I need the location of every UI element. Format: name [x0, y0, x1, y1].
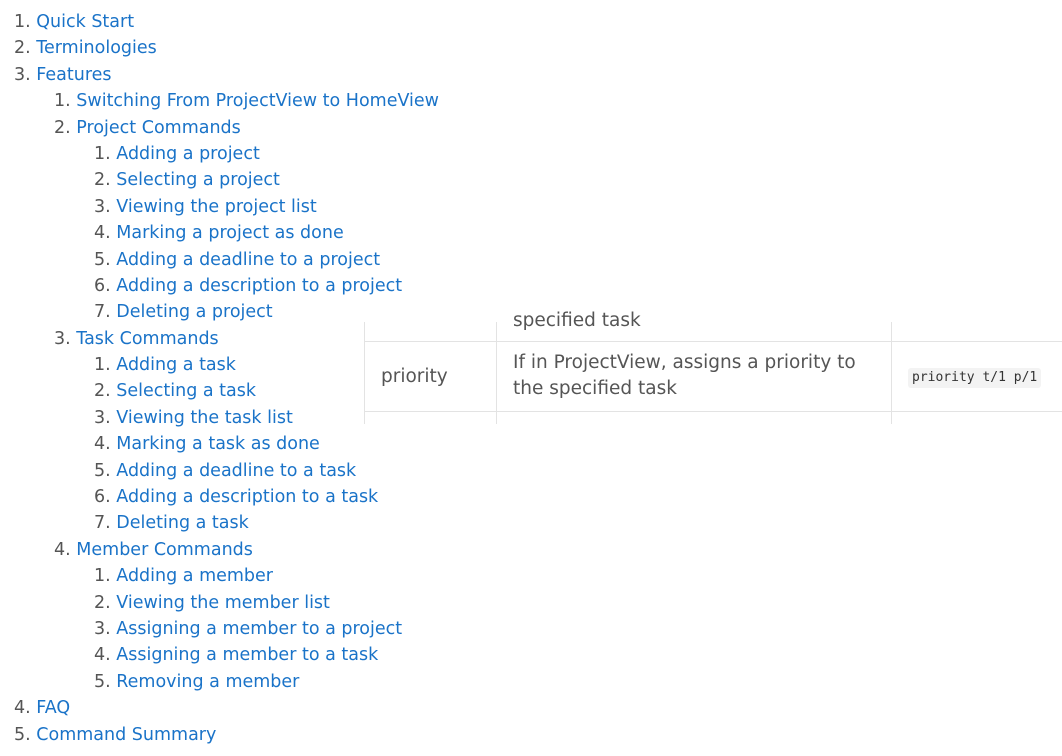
- toc-item: 2. Selecting a task: [0, 378, 439, 404]
- toc-link[interactable]: Viewing the project list: [116, 197, 316, 217]
- toc-item-number: 3.: [54, 328, 71, 349]
- toc-item-number: 1.: [94, 355, 111, 376]
- toc-item-number: 3.: [94, 618, 111, 639]
- toc-link[interactable]: Adding a task: [116, 355, 236, 375]
- toc-item-number: 4.: [54, 539, 71, 560]
- table-of-contents: 1. Quick Start 2. Terminologies 3. Feature…: [0, 9, 439, 748]
- toc-link[interactable]: Member Commands: [76, 540, 253, 560]
- table-row-divider: [364, 411, 1062, 412]
- toc-item-number: 1.: [14, 12, 31, 32]
- toc-item-number: 3.: [94, 196, 111, 217]
- toc-item: 4. Member Commands: [0, 537, 439, 563]
- toc-item-number: 5.: [14, 724, 31, 745]
- toc-link[interactable]: Switching From ProjectView to HomeView: [76, 91, 439, 111]
- toc-link[interactable]: Selecting a task: [116, 381, 256, 401]
- toc-item: 3. Assigning a member to a project: [0, 616, 439, 642]
- table-column-divider: [496, 322, 497, 424]
- toc-item-number: 2.: [94, 170, 111, 191]
- toc-item-number: 6.: [94, 487, 111, 508]
- toc-item: 5. Adding a deadline to a project: [0, 247, 439, 273]
- toc-item: 7. Deleting a task: [0, 510, 439, 536]
- toc-item-number: 1.: [54, 91, 71, 112]
- toc-item: 1. Adding a task: [0, 352, 439, 378]
- toc-item-number: 7.: [94, 302, 111, 323]
- toc-link[interactable]: Viewing the member list: [116, 593, 330, 613]
- toc-link[interactable]: Deleting a project: [116, 302, 272, 322]
- toc-item: 1. Switching From ProjectView to HomeVie…: [0, 88, 439, 114]
- toc-item-number: 5.: [94, 460, 111, 481]
- toc-link[interactable]: Removing a member: [116, 672, 299, 692]
- toc-link[interactable]: Adding a deadline to a task: [116, 461, 356, 481]
- toc-item-number: 5.: [94, 249, 111, 270]
- toc-link[interactable]: Task Commands: [76, 329, 218, 349]
- toc-item-number: 4.: [14, 698, 31, 719]
- table-row-divider: [364, 341, 1062, 342]
- toc-item: 2. Selecting a project: [0, 167, 439, 193]
- toc-item: 6. Adding a description to a task: [0, 484, 439, 510]
- toc-item: 4. Marking a project as done: [0, 220, 439, 246]
- toc-item: 3. Task Commands: [0, 326, 439, 352]
- toc-link[interactable]: Adding a description to a task: [116, 487, 378, 507]
- toc-item-number: 2.: [94, 381, 111, 402]
- toc-item-number: 4.: [94, 223, 111, 244]
- toc-item: 5. Command Summary: [0, 722, 439, 748]
- toc-link[interactable]: Adding a member: [116, 566, 273, 586]
- toc-item-number: 6.: [94, 275, 111, 296]
- toc-item-number: 1.: [94, 566, 111, 587]
- toc-link[interactable]: Viewing the task list: [116, 408, 293, 428]
- table-cut-off-text: specified task: [513, 310, 641, 331]
- toc-item: 6. Adding a description to a project: [0, 273, 439, 299]
- documentation-page: specified task priority If in ProjectVie…: [0, 0, 1062, 756]
- toc-link[interactable]: Adding a description to a project: [116, 276, 402, 296]
- toc-item: 1. Adding a project: [0, 141, 439, 167]
- toc-item-number: 2.: [54, 117, 71, 138]
- toc-item: 7. Deleting a project: [0, 299, 439, 325]
- toc-item: 3. Viewing the project list: [0, 194, 439, 220]
- toc-link[interactable]: Assigning a member to a task: [116, 645, 378, 665]
- toc-item: 4. FAQ: [0, 695, 439, 721]
- toc-item: 5. Removing a member: [0, 669, 439, 695]
- toc-link[interactable]: Adding a deadline to a project: [116, 250, 380, 270]
- toc-link[interactable]: Assigning a member to a project: [116, 619, 402, 639]
- toc-item-number: 5.: [94, 671, 111, 692]
- toc-link[interactable]: Marking a task as done: [116, 434, 320, 454]
- toc-item-number: 3.: [94, 407, 111, 428]
- toc-item-number: 1.: [94, 143, 111, 164]
- table-cell-description: If in ProjectView, assigns a priority to…: [513, 352, 856, 399]
- toc-item: 2. Viewing the member list: [0, 590, 439, 616]
- toc-link[interactable]: Selecting a project: [116, 170, 280, 190]
- toc-item-number: 3.: [14, 64, 31, 85]
- toc-item-number: 4.: [94, 434, 111, 455]
- toc-item: 1. Adding a member: [0, 563, 439, 589]
- toc-item: 2. Project Commands: [0, 115, 439, 141]
- toc-link[interactable]: Features: [36, 65, 111, 85]
- toc-item: 1. Quick Start: [0, 9, 439, 35]
- command-summary-table-fragment: specified task priority If in ProjectVie…: [364, 300, 1062, 424]
- table-cell-format-code: priority t/1 p/1: [908, 368, 1042, 388]
- toc-link[interactable]: Terminologies: [36, 38, 157, 58]
- toc-item: 5. Adding a deadline to a task: [0, 458, 439, 484]
- toc-item-number: 2.: [14, 38, 31, 59]
- toc-item: 2. Terminologies: [0, 35, 439, 61]
- toc-item: 4. Marking a task as done: [0, 431, 439, 457]
- toc-link[interactable]: FAQ: [36, 698, 70, 718]
- table-column-divider: [891, 322, 892, 424]
- toc-item-number: 4.: [94, 645, 111, 666]
- toc-item: 3. Viewing the task list: [0, 405, 439, 431]
- toc-link[interactable]: Project Commands: [76, 118, 241, 138]
- toc-item: 3. Features: [0, 62, 439, 88]
- toc-item: 4. Assigning a member to a task: [0, 642, 439, 668]
- toc-link[interactable]: Marking a project as done: [116, 223, 343, 243]
- toc-link[interactable]: Adding a project: [116, 144, 260, 164]
- toc-list: 1. Quick Start 2. Terminologies 3. Feature…: [0, 9, 439, 748]
- toc-link[interactable]: Quick Start: [36, 12, 134, 32]
- toc-link[interactable]: Deleting a task: [116, 513, 248, 533]
- toc-item-number: 7.: [94, 513, 111, 534]
- toc-item-number: 2.: [94, 592, 111, 613]
- toc-link[interactable]: Command Summary: [36, 725, 216, 745]
